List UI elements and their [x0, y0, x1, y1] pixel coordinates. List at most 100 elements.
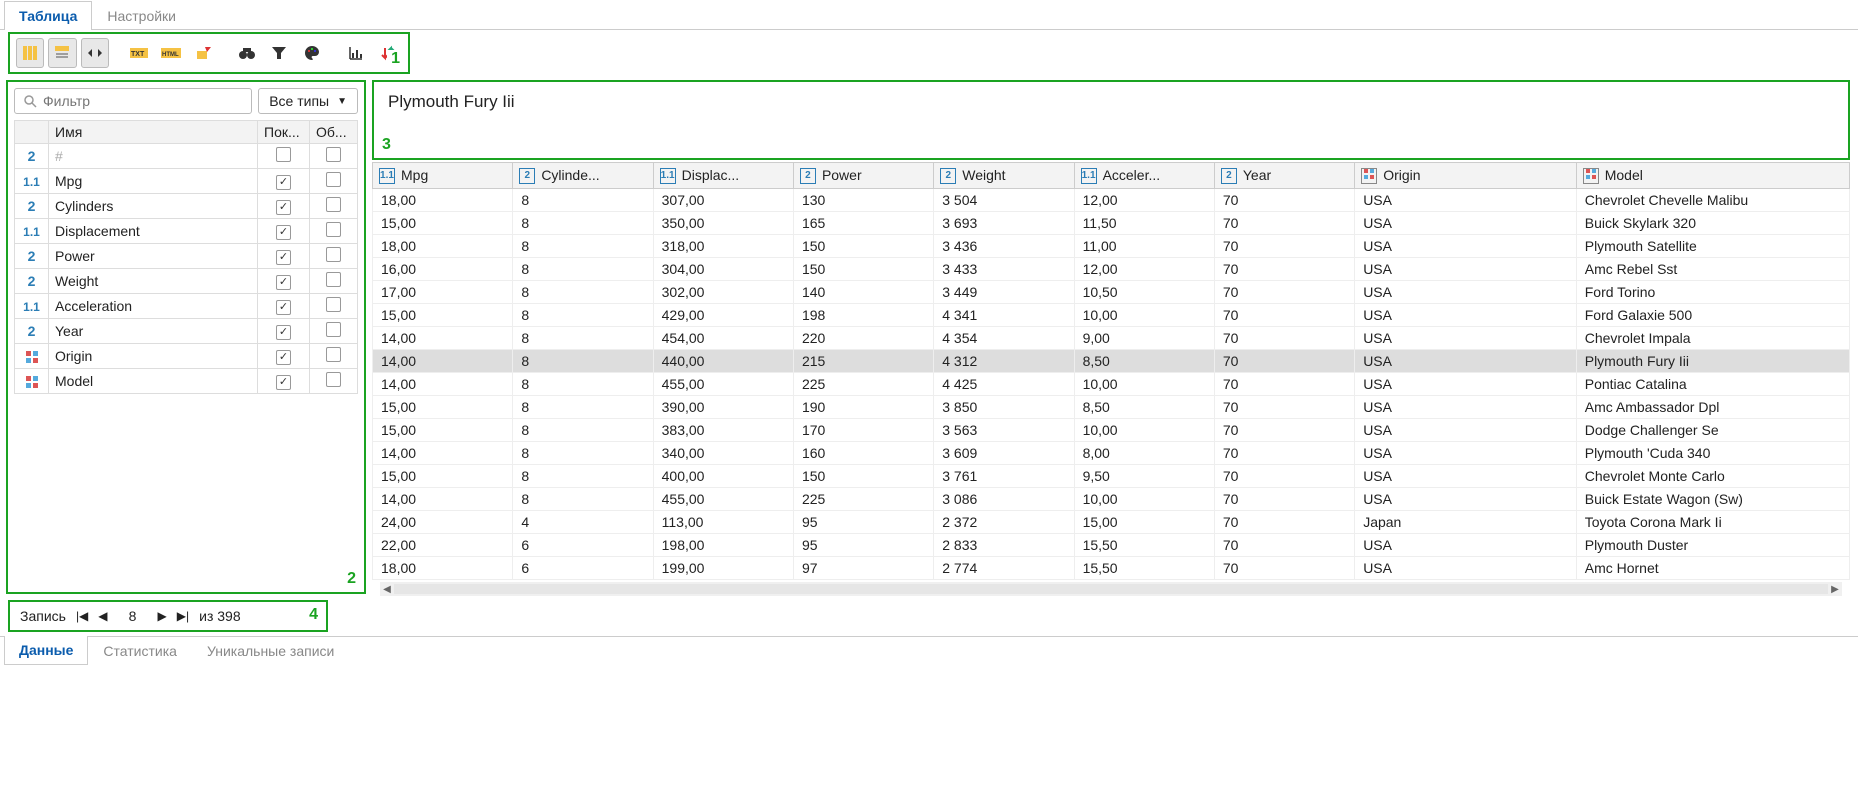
cell[interactable]: 70: [1214, 304, 1354, 327]
cell[interactable]: 2 372: [934, 511, 1074, 534]
toolbar-filter[interactable]: [265, 38, 293, 68]
cell[interactable]: Japan: [1355, 511, 1577, 534]
cell[interactable]: 3 563: [934, 419, 1074, 442]
column-row[interactable]: 1.1Mpg✓: [15, 169, 358, 194]
data-grid[interactable]: 1.1Mpg2Cylinde...1.1Displac...2Power2Wei…: [372, 162, 1850, 580]
table-row[interactable]: 14,008440,002154 3128,5070USAPlymouth Fu…: [373, 350, 1850, 373]
obj-checkbox[interactable]: [310, 144, 358, 169]
table-row[interactable]: 16,008304,001503 43312,0070USAAmc Rebel …: [373, 258, 1850, 281]
toolbar-palette[interactable]: [298, 38, 326, 68]
cell[interactable]: 8,00: [1074, 442, 1214, 465]
cell[interactable]: 8: [513, 304, 653, 327]
cell[interactable]: 113,00: [653, 511, 793, 534]
cell[interactable]: 16,00: [373, 258, 513, 281]
grid-column-header[interactable]: 1.1Mpg: [373, 163, 513, 189]
cell[interactable]: 440,00: [653, 350, 793, 373]
obj-checkbox[interactable]: [310, 294, 358, 319]
cell[interactable]: Dodge Challenger Se: [1576, 419, 1849, 442]
cell[interactable]: 9,50: [1074, 465, 1214, 488]
table-row[interactable]: 24,004113,00952 37215,0070JapanToyota Co…: [373, 511, 1850, 534]
cell[interactable]: 4 312: [934, 350, 1074, 373]
cell[interactable]: 70: [1214, 511, 1354, 534]
cell[interactable]: 3 504: [934, 189, 1074, 212]
cell[interactable]: 12,00: [1074, 258, 1214, 281]
table-row[interactable]: 18,008318,001503 43611,0070USAPlymouth S…: [373, 235, 1850, 258]
cell[interactable]: 225: [793, 373, 933, 396]
cell[interactable]: 15,00: [1074, 511, 1214, 534]
cell[interactable]: 10,00: [1074, 304, 1214, 327]
cell[interactable]: 3 761: [934, 465, 1074, 488]
cell[interactable]: 22,00: [373, 534, 513, 557]
cell[interactable]: 429,00: [653, 304, 793, 327]
cell[interactable]: 11,00: [1074, 235, 1214, 258]
cell[interactable]: 2 833: [934, 534, 1074, 557]
show-checkbox[interactable]: ✓: [258, 219, 310, 244]
cell[interactable]: 3 449: [934, 281, 1074, 304]
cell[interactable]: 70: [1214, 534, 1354, 557]
table-row[interactable]: 15,008350,001653 69311,5070USABuick Skyl…: [373, 212, 1850, 235]
cell[interactable]: 8: [513, 235, 653, 258]
cell[interactable]: 8: [513, 189, 653, 212]
cell[interactable]: 24,00: [373, 511, 513, 534]
cell[interactable]: USA: [1355, 350, 1577, 373]
column-row[interactable]: 2Year✓: [15, 319, 358, 344]
toolbar-btn-3[interactable]: [81, 38, 109, 68]
cell[interactable]: 304,00: [653, 258, 793, 281]
cell[interactable]: 160: [793, 442, 933, 465]
cell[interactable]: 11,50: [1074, 212, 1214, 235]
table-row[interactable]: 14,008340,001603 6098,0070USAPlymouth 'C…: [373, 442, 1850, 465]
cell[interactable]: 17,00: [373, 281, 513, 304]
cell[interactable]: 150: [793, 235, 933, 258]
cell[interactable]: 165: [793, 212, 933, 235]
show-checkbox[interactable]: ✓: [258, 244, 310, 269]
tab-stats[interactable]: Статистика: [88, 637, 192, 666]
cell[interactable]: 2 774: [934, 557, 1074, 580]
show-checkbox[interactable]: ✓: [258, 269, 310, 294]
column-row[interactable]: Model✓: [15, 369, 358, 394]
cell[interactable]: 70: [1214, 350, 1354, 373]
obj-checkbox[interactable]: [310, 319, 358, 344]
toolbar-export-misc[interactable]: [189, 38, 217, 68]
cell[interactable]: 3 436: [934, 235, 1074, 258]
cell[interactable]: 220: [793, 327, 933, 350]
cell[interactable]: 3 693: [934, 212, 1074, 235]
cell[interactable]: 14,00: [373, 350, 513, 373]
cell[interactable]: 70: [1214, 557, 1354, 580]
cell[interactable]: USA: [1355, 396, 1577, 419]
cell[interactable]: Buick Skylark 320: [1576, 212, 1849, 235]
cell[interactable]: 8: [513, 212, 653, 235]
cell[interactable]: 6: [513, 557, 653, 580]
cell[interactable]: 15,00: [373, 212, 513, 235]
cell[interactable]: USA: [1355, 304, 1577, 327]
cell[interactable]: 390,00: [653, 396, 793, 419]
cell[interactable]: 15,00: [373, 396, 513, 419]
cell[interactable]: 10,00: [1074, 373, 1214, 396]
grid-column-header[interactable]: Origin: [1355, 163, 1577, 189]
cell[interactable]: 70: [1214, 419, 1354, 442]
column-row[interactable]: Origin✓: [15, 344, 358, 369]
cell[interactable]: Plymouth Fury Iii: [1576, 350, 1849, 373]
cell[interactable]: 198: [793, 304, 933, 327]
obj-checkbox[interactable]: [310, 169, 358, 194]
scroll-right-icon[interactable]: ▶: [1828, 584, 1842, 595]
cell[interactable]: USA: [1355, 419, 1577, 442]
scroll-track[interactable]: [394, 584, 1828, 594]
cell[interactable]: 3 609: [934, 442, 1074, 465]
cell[interactable]: Amc Hornet: [1576, 557, 1849, 580]
cell[interactable]: 130: [793, 189, 933, 212]
table-row[interactable]: 17,008302,001403 44910,5070USAFord Torin…: [373, 281, 1850, 304]
grid-column-header[interactable]: Model: [1576, 163, 1849, 189]
cell[interactable]: 318,00: [653, 235, 793, 258]
cell[interactable]: 70: [1214, 258, 1354, 281]
cell[interactable]: Chevrolet Monte Carlo: [1576, 465, 1849, 488]
column-row[interactable]: 2#: [15, 144, 358, 169]
grid-column-header[interactable]: 2Power: [793, 163, 933, 189]
toolbar-export-txt[interactable]: TXT: [124, 38, 152, 68]
cell[interactable]: Ford Galaxie 500: [1576, 304, 1849, 327]
cell[interactable]: 3 086: [934, 488, 1074, 511]
table-row[interactable]: 15,008383,001703 56310,0070USADodge Chal…: [373, 419, 1850, 442]
toolbar-btn-1[interactable]: [16, 38, 44, 68]
column-row[interactable]: 1.1Displacement✓: [15, 219, 358, 244]
toolbar-btn-2[interactable]: [48, 38, 76, 68]
cell[interactable]: 150: [793, 465, 933, 488]
